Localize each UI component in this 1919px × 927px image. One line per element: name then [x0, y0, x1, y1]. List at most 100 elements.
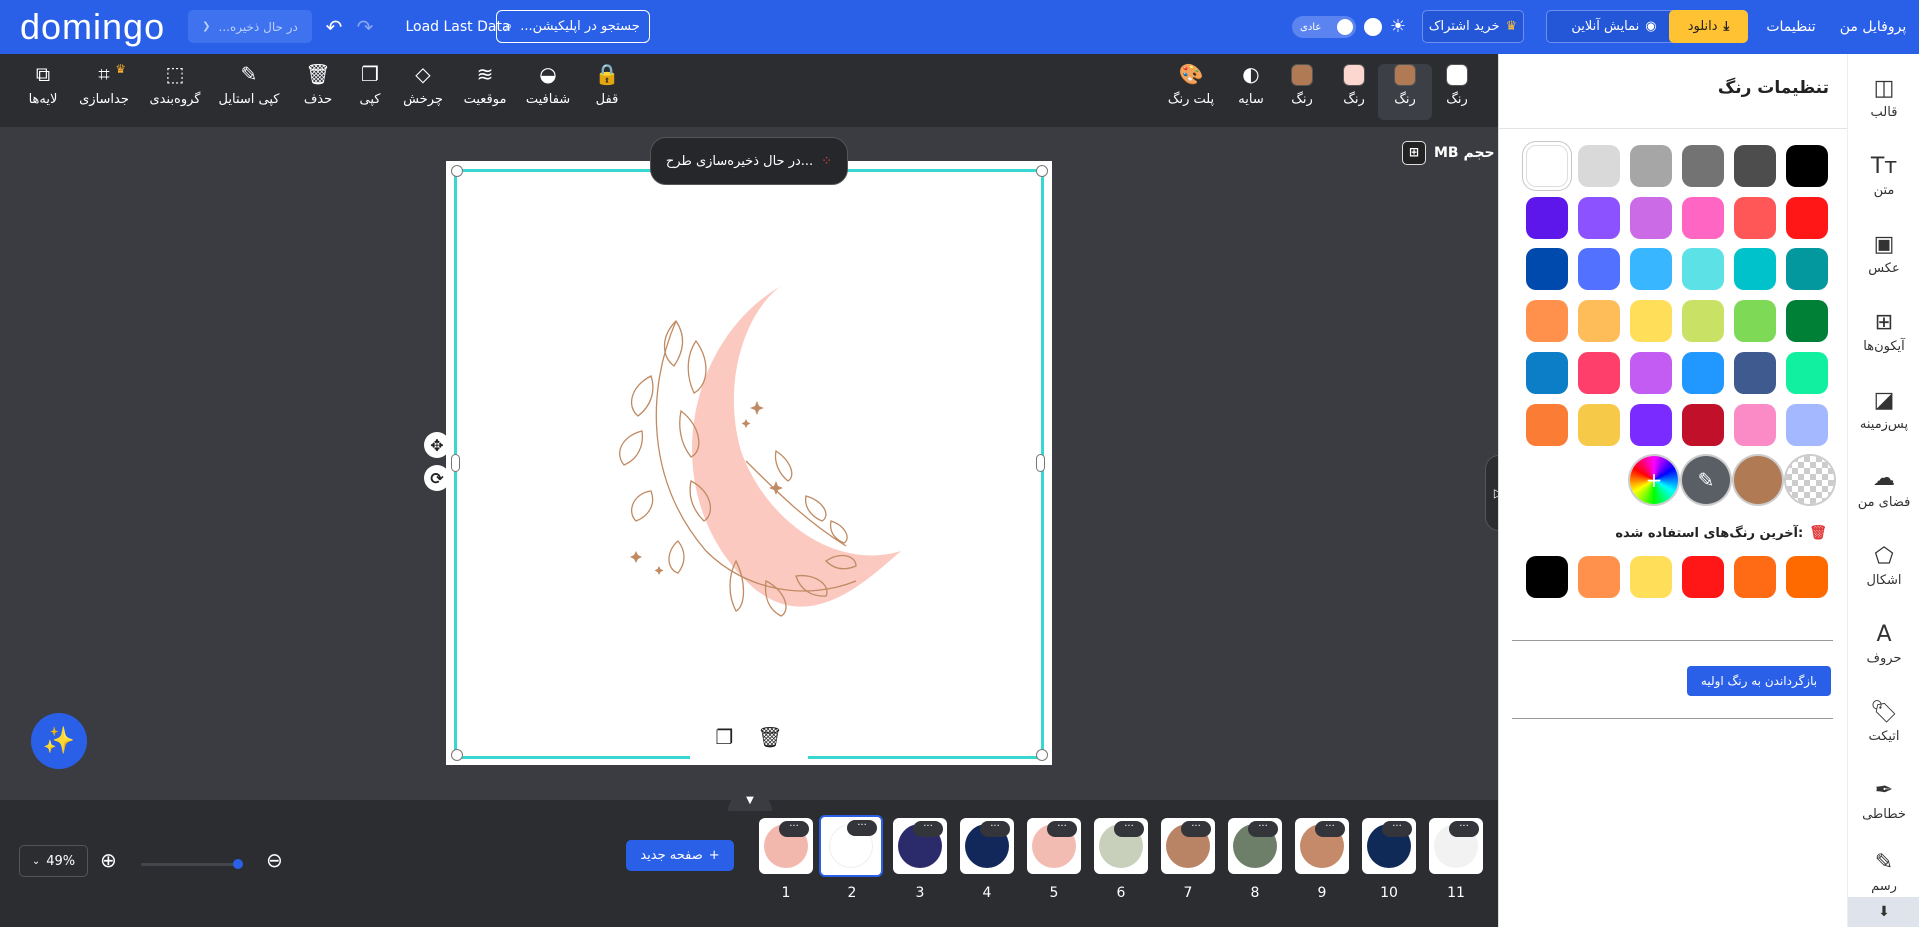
resize-handle-br[interactable]	[1036, 749, 1048, 761]
page-thumb-4[interactable]: ···	[960, 818, 1014, 874]
page-thumb-3[interactable]: ···	[893, 818, 947, 874]
new-page-button[interactable]: صفحه جدید +	[626, 840, 734, 871]
color-swatch[interactable]	[1630, 404, 1672, 446]
color-swatch[interactable]	[1526, 300, 1568, 342]
mode-toggle[interactable]: عادی	[1292, 16, 1356, 38]
tool-lock[interactable]: 🔒 قفل	[580, 64, 634, 120]
color-swatch[interactable]	[1786, 300, 1828, 342]
zoom-in-icon[interactable]: ⊕	[100, 848, 117, 872]
more-icon[interactable]: ···	[847, 820, 877, 836]
color-swatch[interactable]	[1682, 300, 1724, 342]
color-swatch[interactable]	[1786, 248, 1828, 290]
calculator-icon[interactable]: ⊞	[1402, 141, 1426, 165]
profile-link[interactable]: پروفایل من	[1833, 10, 1913, 43]
color-swatch[interactable]	[1578, 145, 1620, 187]
color-swatch[interactable]	[1734, 145, 1776, 187]
tool-copy-style[interactable]: ✎ کپی استایل	[216, 64, 282, 120]
reset-color-button[interactable]: بازگرداندن به رنگ اولیه	[1687, 666, 1831, 696]
delete-icon[interactable]: 🗑	[757, 725, 782, 749]
page-thumb-6[interactable]: ···	[1094, 818, 1148, 874]
duplicate-icon[interactable]: ❐	[715, 725, 733, 749]
tool-color-3[interactable]: رنگ	[1378, 64, 1432, 120]
more-icon[interactable]: ···	[1449, 821, 1479, 837]
more-icon[interactable]: ···	[1315, 821, 1345, 837]
color-swatch[interactable]	[1630, 300, 1672, 342]
resize-handle-right[interactable]	[1036, 454, 1045, 472]
search-input[interactable]: ⌕ جستجو در اپلیکیشن...	[496, 10, 650, 43]
tool-separate[interactable]: ⌗ جداسازی ♛	[76, 62, 132, 120]
zoom-out-icon[interactable]: ⊖	[266, 848, 283, 872]
page-thumb-8[interactable]: ···	[1228, 818, 1282, 874]
online-preview-button[interactable]: نمایش آنلاین ◉	[1546, 10, 1682, 43]
color-swatch[interactable]	[1526, 404, 1568, 446]
page-thumb-7[interactable]: ···	[1161, 818, 1215, 874]
color-swatch[interactable]	[1630, 352, 1672, 394]
resize-handle-left[interactable]	[451, 454, 460, 472]
nav-calligraphy[interactable]: ✒ خطاطی	[1848, 764, 1919, 836]
recent-color-swatch[interactable]	[1682, 556, 1724, 598]
tool-position[interactable]: ≋ موقعیت	[457, 64, 513, 120]
nav-icons[interactable]: ⊞ آیکون‌ها	[1848, 296, 1919, 368]
move-icon[interactable]: ✥	[424, 432, 450, 458]
nav-template[interactable]: ◫ قالب	[1848, 62, 1919, 134]
color-swatch[interactable]	[1578, 300, 1620, 342]
color-swatch[interactable]	[1734, 352, 1776, 394]
color-swatch[interactable]	[1578, 197, 1620, 239]
settings-link[interactable]: تنظیمات	[1761, 10, 1821, 43]
color-swatch[interactable]	[1578, 352, 1620, 394]
recent-color-swatch[interactable]	[1786, 556, 1828, 598]
more-icon[interactable]: ···	[913, 821, 943, 837]
color-swatch[interactable]	[1578, 248, 1620, 290]
more-icon[interactable]: ···	[1382, 821, 1412, 837]
page-thumb-5[interactable]: ···	[1027, 818, 1081, 874]
color-swatch[interactable]	[1630, 197, 1672, 239]
page-thumb-10[interactable]: ···	[1362, 818, 1416, 874]
tool-color-4[interactable]: رنگ	[1430, 64, 1484, 120]
recent-color-swatch[interactable]	[1630, 556, 1672, 598]
color-swatch[interactable]	[1734, 300, 1776, 342]
tool-color-1[interactable]: رنگ	[1275, 64, 1329, 120]
tool-opacity[interactable]: ◒ شفافیت	[520, 64, 576, 120]
tool-shadow[interactable]: ◐ سایه	[1224, 64, 1278, 120]
zoom-slider[interactable]	[141, 859, 243, 869]
color-swatch[interactable]	[1786, 197, 1828, 239]
color-swatch[interactable]	[1526, 145, 1568, 187]
zoom-select[interactable]: ⌄ 49%	[19, 845, 88, 877]
tool-rotate[interactable]: ◇ چرخش	[396, 64, 450, 120]
color-swatch[interactable]	[1682, 404, 1724, 446]
undo-button[interactable]: ↶	[321, 10, 347, 43]
color-swatch[interactable]	[1682, 145, 1724, 187]
eyedropper-icon[interactable]: ✎	[1682, 456, 1730, 504]
color-swatch[interactable]	[1630, 248, 1672, 290]
color-swatch[interactable]	[1578, 404, 1620, 446]
color-swatch[interactable]	[1734, 248, 1776, 290]
color-swatch[interactable]	[1526, 197, 1568, 239]
magic-wand-button[interactable]: ✨	[31, 713, 87, 769]
trash-icon[interactable]: 🗑	[1809, 525, 1827, 541]
more-icon[interactable]: ···	[1181, 821, 1211, 837]
resize-handle-tr[interactable]	[1036, 165, 1048, 177]
color-swatch[interactable]	[1682, 352, 1724, 394]
color-swatch[interactable]	[1526, 248, 1568, 290]
nav-tag[interactable]: 🏷 اتیکت	[1848, 686, 1919, 758]
color-swatch[interactable]	[1734, 197, 1776, 239]
scroll-down-button[interactable]: ⬇	[1848, 897, 1919, 927]
color-swatch[interactable]	[1682, 197, 1724, 239]
recent-color-swatch[interactable]	[1734, 556, 1776, 598]
page-thumb-2[interactable]: ···	[819, 815, 883, 877]
tool-delete[interactable]: 🗑 حذف	[291, 64, 345, 120]
buy-subscription-button[interactable]: خرید اشتراک ♛	[1422, 10, 1524, 43]
nav-letters[interactable]: A حروف	[1848, 608, 1919, 680]
color-swatch[interactable]	[1786, 352, 1828, 394]
rotate-handle-icon[interactable]: ⟳	[424, 465, 450, 491]
redo-button[interactable]: ↷	[352, 10, 378, 43]
page-thumb-11[interactable]: ···	[1429, 818, 1483, 874]
tool-copy[interactable]: ❐ کپی	[343, 64, 397, 120]
color-swatch[interactable]	[1526, 352, 1568, 394]
tool-color-2[interactable]: رنگ	[1327, 64, 1381, 120]
color-swatch[interactable]	[1734, 404, 1776, 446]
nav-shapes[interactable]: ⬠ اشکال	[1848, 530, 1919, 602]
sun-icon[interactable]: ☀	[1386, 10, 1410, 43]
color-swatch[interactable]	[1630, 145, 1672, 187]
tool-palette[interactable]: 🎨 پلت رنگ	[1162, 64, 1220, 120]
